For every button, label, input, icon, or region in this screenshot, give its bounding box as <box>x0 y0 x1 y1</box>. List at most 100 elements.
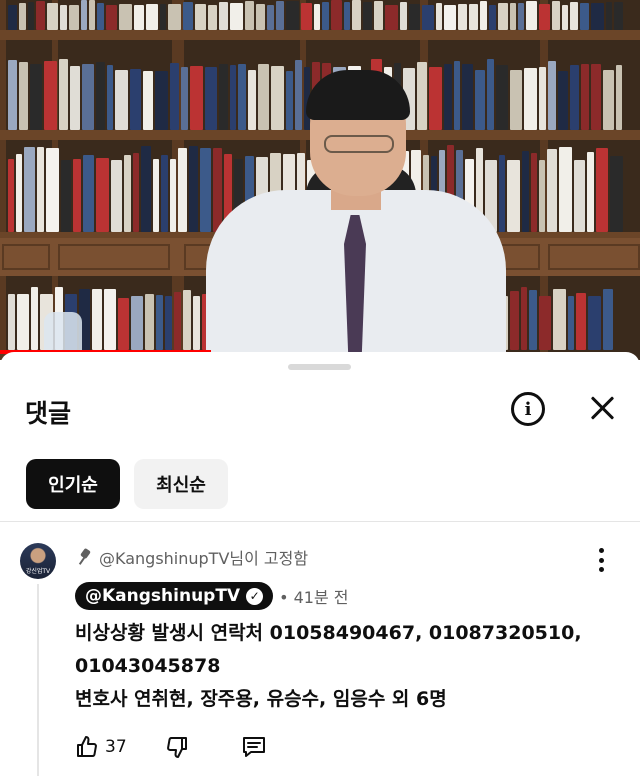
comment-line: 비상상황 발생시 연락처 01058490467, 01087320510, <box>75 622 582 644</box>
book-spine <box>245 0 254 30</box>
close-icon[interactable] <box>588 392 616 424</box>
book-spine <box>552 0 560 30</box>
book-spine <box>47 3 58 30</box>
book-spine <box>19 2 26 30</box>
presenter <box>206 70 506 360</box>
comments-panel: 댓글 i 인기순 최신순 강신업TV @KangshinupTV님이 고정함 @… <box>0 352 640 776</box>
book-spine <box>588 295 601 350</box>
book-spine <box>134 4 144 30</box>
book-row <box>0 0 640 30</box>
book-spine <box>603 288 613 350</box>
info-icon[interactable]: i <box>511 392 545 426</box>
book-spine <box>547 149 557 232</box>
like-button[interactable]: 37 <box>75 735 127 759</box>
book-spine <box>489 5 496 30</box>
book-spine <box>510 70 522 130</box>
divider <box>0 521 640 522</box>
book-spine <box>17 293 29 350</box>
book-spine <box>301 2 312 30</box>
book-spine <box>574 159 585 232</box>
book-spine <box>518 3 524 30</box>
reply-button[interactable] <box>241 735 267 759</box>
video-player[interactable] <box>0 0 640 360</box>
book-spine <box>118 297 129 350</box>
book-spine <box>469 3 478 30</box>
book-spine <box>480 1 487 30</box>
comment-time: • 41분 전 <box>279 588 349 607</box>
book-spine <box>616 65 622 130</box>
book-spine <box>170 158 176 232</box>
book-spine <box>314 3 320 30</box>
book-spine <box>409 4 420 30</box>
book-spine <box>36 1 45 30</box>
book-spine <box>208 5 217 30</box>
book-spine <box>267 4 274 30</box>
book-spine <box>363 2 372 30</box>
book-spine <box>580 2 589 30</box>
book-spine <box>614 1 623 30</box>
book-spine <box>548 60 556 130</box>
book-spine <box>107 65 113 130</box>
book-spine <box>89 0 95 30</box>
book-spine <box>115 69 128 130</box>
book-spine <box>322 1 329 30</box>
book-spine <box>44 60 57 130</box>
author-name: @KangshinupTV <box>85 586 241 606</box>
book-spine <box>562 4 568 30</box>
book-spine <box>581 64 589 130</box>
book-spine <box>570 65 579 130</box>
book-spine <box>587 151 594 232</box>
book-spine <box>436 2 442 30</box>
panel-title: 댓글 <box>25 399 72 428</box>
book-spine <box>553 288 566 350</box>
pin-icon <box>77 548 93 566</box>
book-spine <box>141 145 151 232</box>
book-spine <box>70 65 80 130</box>
more-options-icon[interactable] <box>592 548 610 572</box>
book-spine <box>31 287 38 350</box>
book-spine <box>344 2 350 30</box>
drag-handle[interactable] <box>288 364 351 370</box>
book-spine <box>160 4 166 30</box>
book-spine <box>60 4 67 30</box>
book-spine <box>352 0 361 30</box>
book-spine <box>190 65 203 130</box>
book-spine <box>96 62 105 130</box>
book-spine <box>510 3 516 30</box>
book-spine <box>131 296 143 350</box>
book-spine <box>119 4 132 30</box>
author-badge[interactable]: @KangshinupTV ✓ <box>75 582 274 610</box>
pinned-text: @KangshinupTV님이 고정함 <box>99 549 309 568</box>
avatar[interactable]: 강신업TV <box>20 543 56 579</box>
book-spine <box>81 0 87 30</box>
book-spine <box>568 296 574 350</box>
book-spine <box>507 159 520 232</box>
book-spine <box>174 292 181 350</box>
book-spine <box>276 0 284 30</box>
hair <box>306 70 410 120</box>
book-spine <box>97 2 104 30</box>
book-spine <box>146 3 158 30</box>
thumbs-down-icon <box>166 737 187 758</box>
book-spine <box>16 153 22 232</box>
book-spine <box>106 4 117 30</box>
book-spine <box>498 3 508 30</box>
book-spine <box>596 148 608 232</box>
book-spine <box>510 291 519 350</box>
book-spine <box>61 159 71 232</box>
book-spine <box>230 3 243 30</box>
thumbs-up-icon <box>77 736 97 757</box>
book-spine <box>83 155 94 232</box>
book-spine <box>8 294 15 350</box>
book-spine <box>526 0 537 30</box>
comment-text: 비상상황 발생시 연락처 01058490467, 01087320510, 0… <box>75 618 615 717</box>
comment-line: 01043045878 <box>75 655 221 677</box>
book-spine <box>161 155 168 232</box>
book-spine <box>576 293 586 350</box>
dislike-button[interactable] <box>165 735 189 759</box>
reply-icon <box>242 737 265 757</box>
comment-line: 변호사 연취현, 장주용, 유승수, 임응수 외 6명 <box>75 688 447 710</box>
sort-chip-newest[interactable]: 최신순 <box>134 459 228 509</box>
sort-chip-top[interactable]: 인기순 <box>26 459 120 509</box>
book-spine <box>165 296 172 350</box>
